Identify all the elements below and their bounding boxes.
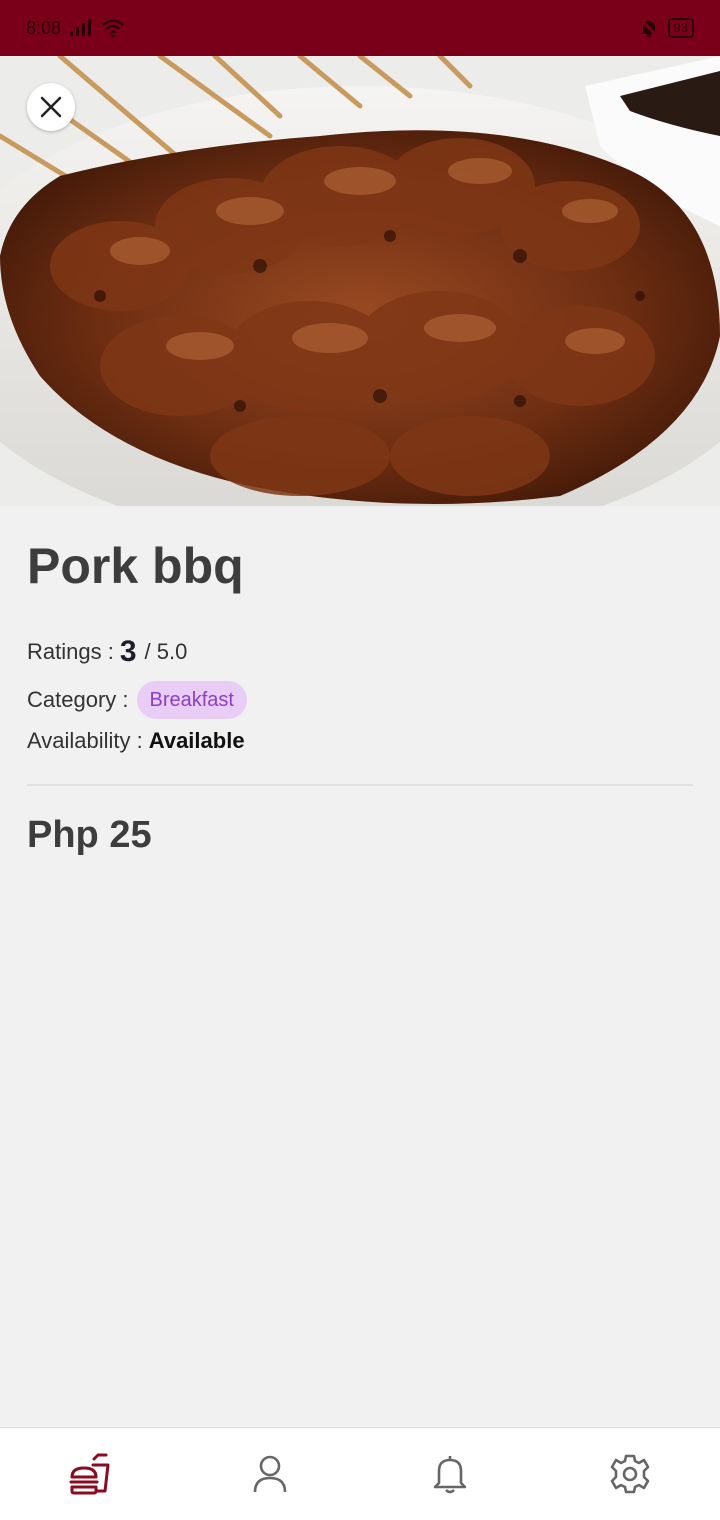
food-icon xyxy=(69,1453,110,1495)
nav-item-profile[interactable] xyxy=(230,1444,310,1504)
rating-max: / 5.0 xyxy=(144,639,188,664)
status-time: 8:08 xyxy=(26,17,62,38)
battery-indicator: 93 xyxy=(667,18,694,38)
rating-value: 3 xyxy=(119,635,137,668)
close-button[interactable] xyxy=(27,83,75,131)
signal-icon xyxy=(70,19,92,36)
item-details: Pork bbq Ratings : 3 / 5.0 Category : Br… xyxy=(27,506,693,857)
status-left: 8:08 xyxy=(26,18,125,39)
mute-bell-icon xyxy=(639,18,658,38)
item-price: Php 25 xyxy=(27,814,152,856)
category-badge: Breakfast xyxy=(136,681,247,719)
category-row: Category : Breakfast xyxy=(27,680,693,720)
divider xyxy=(27,784,693,786)
settings-icon xyxy=(610,1454,650,1494)
nav-item-notifications[interactable] xyxy=(410,1444,490,1504)
bell-icon xyxy=(433,1456,467,1494)
close-icon xyxy=(40,96,62,118)
wifi-icon xyxy=(102,19,124,38)
ratings-label: Ratings : xyxy=(27,639,114,664)
availability-label: Availability : xyxy=(27,728,143,753)
rating-row: Ratings : 3 / 5.0 xyxy=(27,635,693,668)
bottom-nav xyxy=(0,1427,720,1520)
food-image xyxy=(0,56,720,506)
availability-row: Availability : Available xyxy=(27,725,693,757)
availability-value: Available xyxy=(148,728,245,753)
profile-icon xyxy=(253,1455,287,1493)
nav-item-food[interactable] xyxy=(50,1444,130,1504)
category-label: Category : xyxy=(27,687,129,712)
item-title: Pork bbq xyxy=(27,538,244,594)
status-bar: 8:08 93 xyxy=(0,0,720,56)
nav-item-settings[interactable] xyxy=(590,1444,670,1504)
status-right: 93 xyxy=(639,18,694,38)
